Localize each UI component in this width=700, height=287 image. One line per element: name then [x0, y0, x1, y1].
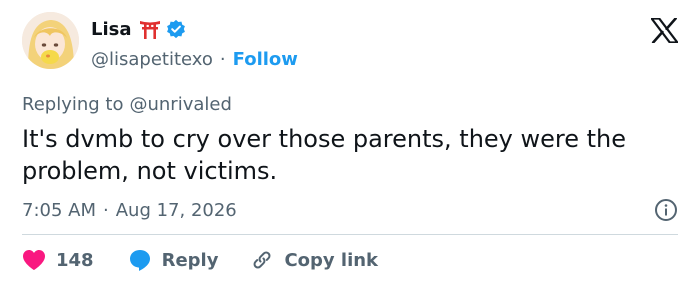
x-logo-icon[interactable] — [650, 17, 679, 44]
link-icon — [253, 251, 271, 269]
info-icon[interactable] — [654, 198, 678, 222]
like-count: 148 — [56, 249, 94, 271]
separator-dot: · — [103, 199, 109, 221]
replying-to: Replying to @unrivaled — [22, 91, 232, 117]
follow-button[interactable]: Follow — [233, 49, 298, 70]
author-handle-row: @lisapetitexo · Follow — [91, 46, 298, 72]
tweet-text: It's dvmb to cry over those parents, the… — [22, 125, 627, 185]
like-button[interactable]: 148 — [22, 249, 94, 271]
tweet-time: 7:05 AM — [22, 199, 96, 221]
heart-icon — [23, 250, 45, 270]
tweet-date: Aug 17, 2026 — [115, 199, 237, 221]
reply-bubble-icon — [129, 250, 150, 271]
reply-button[interactable]: Reply — [128, 248, 219, 272]
copy-link-label: Copy link — [284, 249, 379, 271]
divider — [22, 234, 678, 235]
verified-badge-icon[interactable] — [166, 19, 186, 39]
separator-dot: · — [219, 48, 226, 70]
avatar[interactable] — [22, 12, 79, 69]
tweet-actions: 148 Reply Copy link — [22, 246, 378, 274]
copy-link-button[interactable]: Copy link — [250, 248, 378, 272]
replying-to-mention[interactable]: @unrivaled — [129, 94, 231, 115]
avatar-image — [22, 12, 79, 69]
torii-gate-icon — [139, 19, 161, 39]
author-handle[interactable]: @lisapetitexo — [91, 49, 213, 70]
replying-to-label: Replying to — [22, 93, 124, 115]
author-name-row: Lisa — [91, 17, 186, 41]
tweet-timestamp[interactable]: 7:05 AM · Aug 17, 2026 — [22, 197, 237, 223]
author-name[interactable]: Lisa — [91, 19, 132, 40]
reply-label: Reply — [161, 249, 219, 271]
